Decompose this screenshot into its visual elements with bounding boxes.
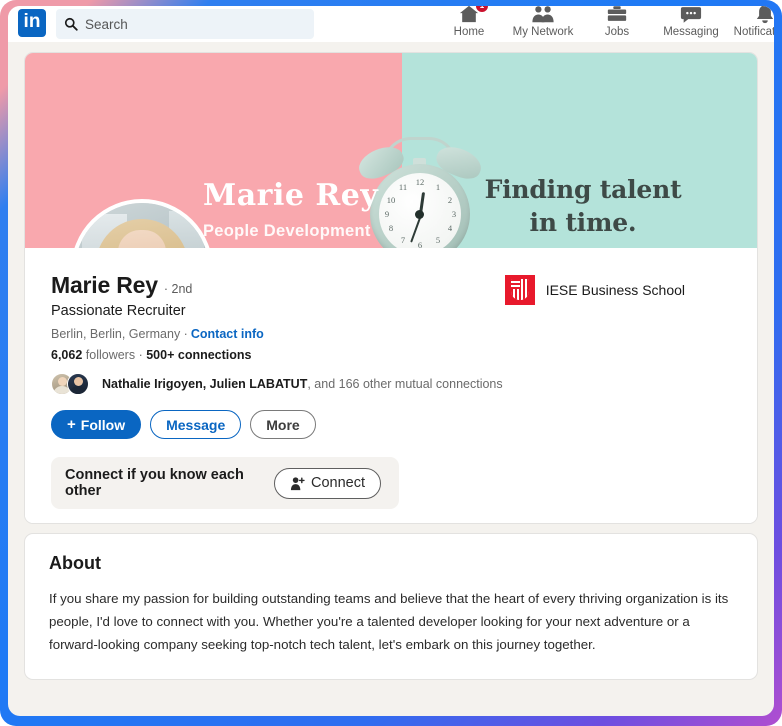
iese-logo-icon [505,275,535,305]
connect-button-label: Connect [311,475,365,491]
page-title: Marie Rey [51,272,158,299]
about-card: About If you share my passion for buildi… [24,533,758,680]
linkedin-logo-icon[interactable]: in [18,9,46,37]
current-company[interactable]: IESE Business School [505,275,685,305]
more-button-label: More [266,417,299,433]
mutual-rest: , and 166 other mutual connections [307,377,502,391]
contact-info-link[interactable]: Contact info [191,327,264,341]
connection-degree: · 2nd [164,282,193,296]
avatar-head [74,377,83,386]
nav-items: 1 Home My Network [432,6,774,43]
banner-name: Marie Rey [203,181,378,211]
clock-numeral: 6 [415,240,425,248]
connect-suggestion-box: Connect if you know each other Connect [51,457,399,509]
mutual-connections-row[interactable]: Nathalie Irigoyen, Julien LABATUT, and 1… [51,373,733,395]
profile-actions: + Follow Message More [51,410,733,439]
search-box[interactable] [56,9,314,39]
nav-label-my-network: My Network [506,27,580,39]
profile-page: 12 1 2 3 4 5 6 7 8 9 10 11 [8,42,774,680]
nav-item-messaging[interactable]: Messaging [654,6,728,43]
nav-label-messaging: Messaging [654,27,728,39]
clock-pivot [415,210,424,219]
clock-numeral: 11 [398,182,408,192]
nav-label-home: Home [432,27,506,39]
followers-label: followers [86,348,135,362]
clock-numeral: 10 [386,195,396,205]
jobs-icon [580,6,654,24]
profile-banner[interactable]: 12 1 2 3 4 5 6 7 8 9 10 11 [25,53,757,248]
avatar-head [58,377,67,386]
search-input[interactable] [85,17,306,32]
mutual-avatar [67,373,89,395]
clock-numeral: 7 [398,235,408,245]
network-icon [506,6,580,24]
messaging-icon [654,6,728,24]
followers-count: 6,062 [51,348,82,362]
profile-location: Berlin, Berlin, Germany · [51,327,188,341]
browser-frame: in 1 Home [0,0,782,726]
bell-icon: 1 [728,6,774,24]
follow-button[interactable]: + Follow [51,410,141,439]
shield-shape [511,279,529,300]
clock-numeral: 8 [386,223,396,233]
profile-card: 12 1 2 3 4 5 6 7 8 9 10 11 [24,52,758,524]
about-text: If you share my passion for building out… [49,588,733,657]
nav-item-notifications[interactable]: 1 Notifications [728,6,774,43]
home-icon: 1 [432,6,506,24]
company-name: IESE Business School [546,282,685,298]
avatar-shoulders [69,386,87,395]
browser-viewport: in 1 Home [8,6,774,716]
clock-numeral: 9 [382,209,392,219]
banner-tagline-line2: in time. [433,206,733,239]
profile-stats-row: 6,062 followers · 500+ connections [51,348,733,362]
stats-separator: · [139,348,143,362]
banner-left-text: Marie Rey People Development [203,181,378,241]
connect-button[interactable]: Connect [274,468,381,499]
profile-location-row: Berlin, Berlin, Germany ·Contact info [51,327,733,341]
mutual-connections-text: Nathalie Irigoyen, Julien LABATUT, and 1… [102,376,503,392]
plus-icon: + [67,416,76,433]
banner-tagline-line1: Finding talent [433,173,733,206]
profile-avatar[interactable] [71,199,213,248]
nav-item-jobs[interactable]: Jobs [580,6,654,43]
banner-tagline: Finding talent in time. [433,173,733,239]
nav-label-jobs: Jobs [580,27,654,39]
connect-suggestion-label: Connect if you know each other [65,467,274,499]
profile-identity: IESE Business School Marie Rey · 2nd Pas… [25,248,757,523]
person-add-icon [290,476,305,491]
connections-count[interactable]: 500+ connections [146,348,251,362]
nav-item-home[interactable]: 1 Home [432,6,506,43]
about-title: About [49,553,733,574]
top-navigation-bar: in 1 Home [8,6,774,42]
follow-button-label: Follow [81,417,125,433]
nav-label-notifications: Notifications [728,27,774,39]
banner-subtitle: People Development [203,222,378,241]
message-button[interactable]: Message [150,410,241,439]
search-icon [64,17,78,31]
profile-headline: Passionate Recruiter [51,303,733,319]
clock-numeral: 12 [415,177,425,187]
mutual-avatars [51,373,93,395]
mutual-names: Nathalie Irigoyen, Julien LABATUT [102,377,307,391]
more-button[interactable]: More [250,410,315,439]
message-button-label: Message [166,417,225,433]
nav-item-my-network[interactable]: My Network [506,6,580,43]
shield-quarter [511,279,520,289]
